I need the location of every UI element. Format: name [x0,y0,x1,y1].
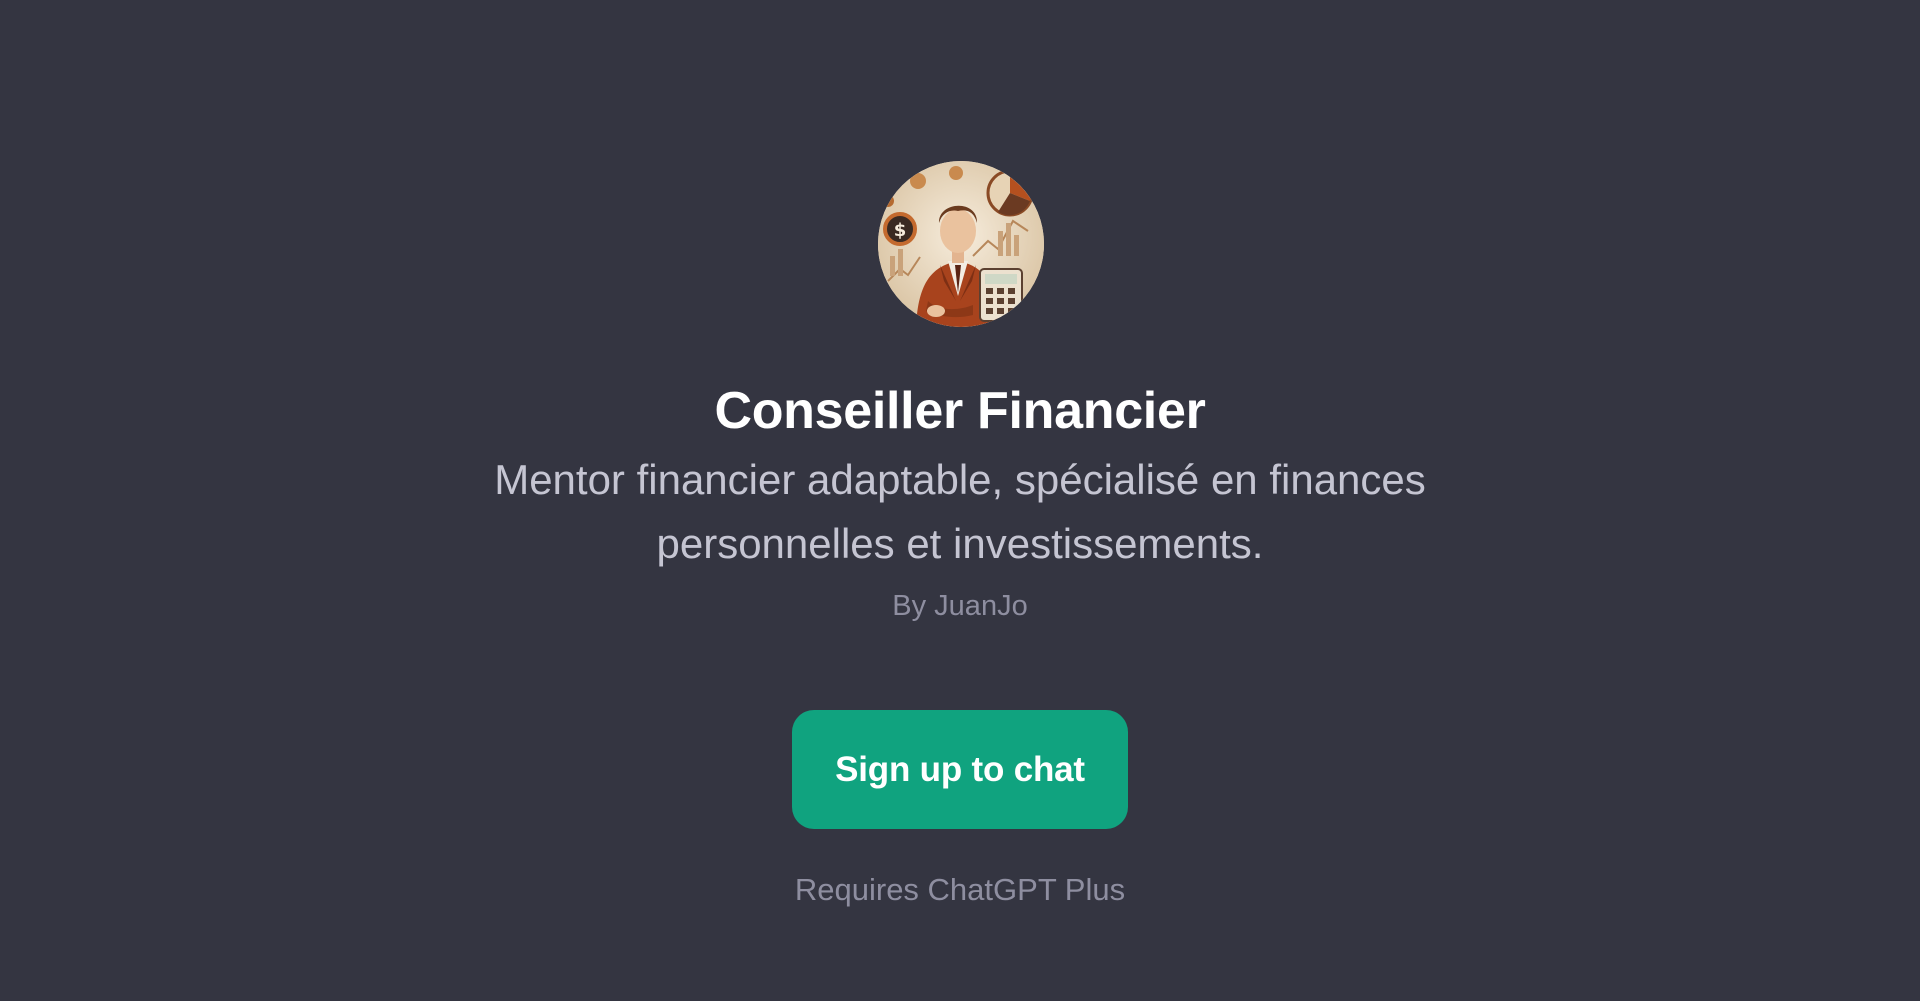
gpt-landing-page: $ Conseiller Financier Mentor financier … [0,0,1920,1001]
requirement-note: Requires ChatGPT Plus [794,872,1126,907]
svg-text:$: $ [894,220,907,241]
gpt-author: By JuanJo [892,590,1028,622]
financial-advisor-avatar-icon: $ [878,161,1044,327]
gpt-avatar: $ [878,161,1044,327]
gpt-title: Conseiller Financier [714,382,1206,440]
sign-up-to-chat-button[interactable]: Sign up to chat [792,710,1128,829]
gpt-description: Mentor financier adaptable, spécialisé e… [494,456,1426,567]
